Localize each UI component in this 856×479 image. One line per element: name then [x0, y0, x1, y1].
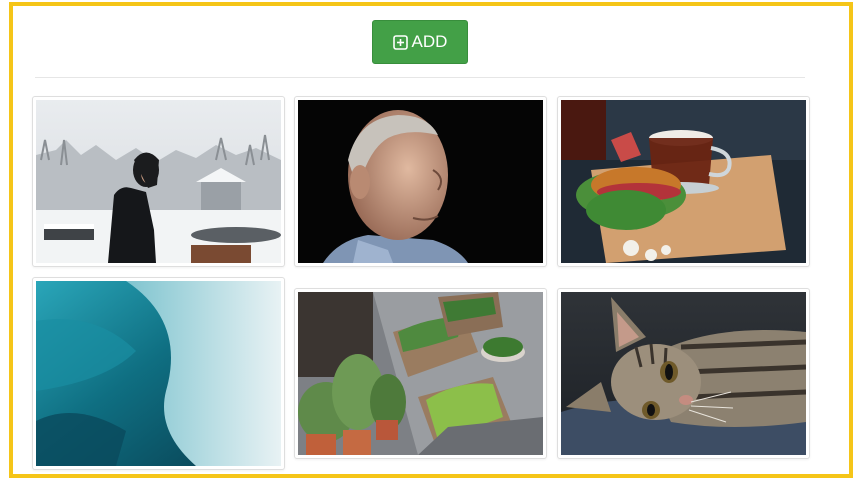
potted-plants-photo[interactable] [294, 288, 547, 459]
ocean-wave-photo[interactable] [32, 277, 285, 470]
elderly-man-portrait-photo[interactable] [294, 96, 547, 267]
sandwich-and-tea-photo[interactable] [557, 96, 810, 267]
add-button[interactable]: ADD [372, 20, 468, 64]
plus-square-icon [392, 34, 408, 50]
tabby-kitten-photo[interactable] [557, 288, 810, 459]
add-button-label: ADD [411, 32, 448, 51]
woman-in-snow-photo[interactable] [32, 96, 285, 267]
divider [35, 77, 805, 78]
